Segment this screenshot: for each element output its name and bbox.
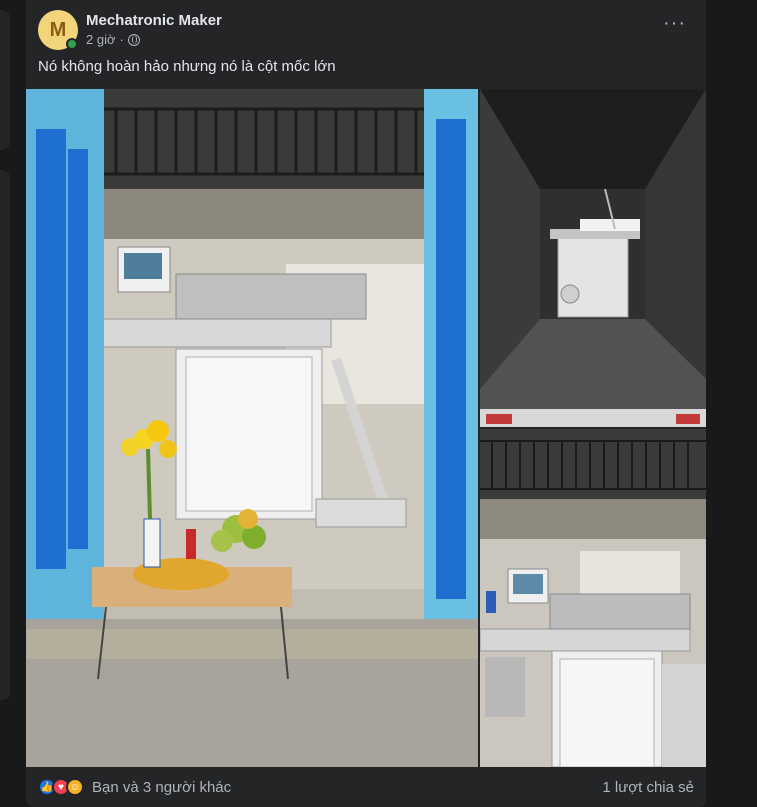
online-status-icon xyxy=(66,38,78,50)
shares-count[interactable]: 1 lượt chia sẻ xyxy=(602,779,694,796)
more-options-icon[interactable]: ··· xyxy=(663,13,686,33)
reactions-text[interactable]: Bạn và 3 người khác xyxy=(92,779,231,796)
avatar-letter: M xyxy=(49,18,67,41)
photo-truck-interior-image xyxy=(480,89,706,427)
care-icon: ☺ xyxy=(66,778,84,796)
left-card xyxy=(0,10,10,150)
post-media xyxy=(26,89,706,767)
photo-workshop-door[interactable] xyxy=(26,89,478,767)
globe-icon[interactable] xyxy=(127,33,140,46)
post-header: M Mechatronic Maker 2 giờ · ··· xyxy=(38,10,694,50)
photo-machine-workshop[interactable] xyxy=(480,429,706,767)
separator-dot: · xyxy=(119,32,124,47)
photo-truck-interior[interactable] xyxy=(480,89,706,427)
reactions-summary[interactable]: 👍 ♥ ☺ Bạn và 3 người khác xyxy=(38,778,231,796)
post-footer: 👍 ♥ ☺ Bạn và 3 người khác 1 lượt chia sẻ xyxy=(38,772,694,802)
photo-machine-workshop-image xyxy=(480,429,706,767)
post-caption: Nó không hoàn hảo nhưng nó là cột mốc lớ… xyxy=(38,58,336,75)
reaction-icons: 👍 ♥ ☺ xyxy=(38,778,84,796)
post-time[interactable]: 2 giờ xyxy=(86,32,116,47)
feed-post: M Mechatronic Maker 2 giờ · ··· Nó không… xyxy=(26,0,706,807)
author-name[interactable]: Mechatronic Maker xyxy=(86,12,222,29)
photo-workshop-door-image xyxy=(26,89,478,767)
left-card xyxy=(0,170,10,700)
left-rail xyxy=(0,0,10,807)
post-meta: 2 giờ · xyxy=(86,32,140,47)
